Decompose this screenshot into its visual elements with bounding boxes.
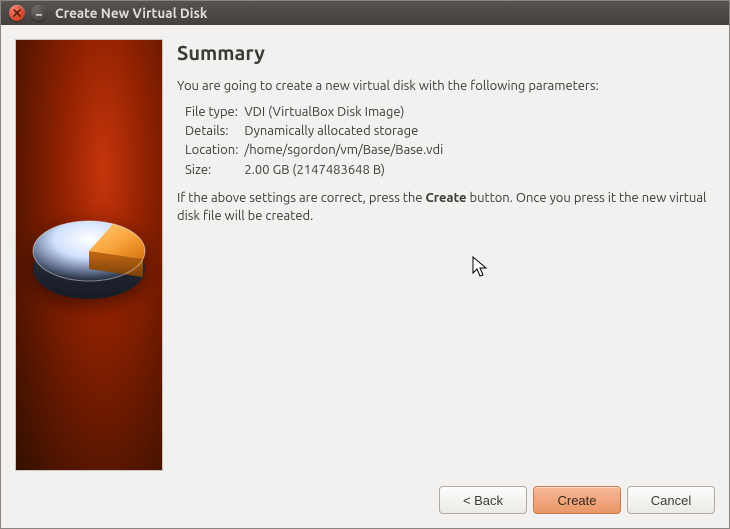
outro-pre: If the above settings are correct, press… [177, 191, 426, 205]
outro-text: If the above settings are correct, press… [177, 189, 715, 225]
cancel-button[interactable]: Cancel [627, 486, 715, 514]
wizard-window: Create New Virtual Disk [0, 0, 730, 529]
window-controls [9, 5, 47, 21]
intro-text: You are going to create a new virtual di… [177, 77, 715, 95]
wizard-body: Summary You are going to create a new vi… [1, 25, 729, 485]
close-icon[interactable] [9, 5, 25, 21]
create-button[interactable]: Create [533, 486, 621, 514]
titlebar[interactable]: Create New Virtual Disk [1, 1, 729, 25]
param-value-size: 2.00 GB (2147483648 B) [244, 161, 715, 179]
wizard-content: Summary You are going to create a new vi… [177, 39, 715, 471]
window-title: Create New Virtual Disk [55, 5, 207, 21]
param-label-location: Location: [185, 141, 238, 159]
page-heading: Summary [177, 39, 715, 67]
param-label-size: Size: [185, 161, 238, 179]
param-value-location: /home/sgordon/vm/Base/Base.vdi [244, 141, 715, 159]
summary-params: File type: VDI (VirtualBox Disk Image) D… [185, 103, 715, 179]
wizard-button-bar: < Back Create Cancel [1, 485, 729, 528]
minimize-icon[interactable] [31, 5, 47, 21]
back-button[interactable]: < Back [439, 486, 527, 514]
param-value-details: Dynamically allocated storage [244, 122, 715, 140]
param-label-details: Details: [185, 122, 238, 140]
outro-bold: Create [426, 191, 467, 205]
disk-pie-icon [25, 191, 153, 319]
param-label-file-type: File type: [185, 103, 238, 121]
side-banner [15, 39, 163, 471]
param-value-file-type: VDI (VirtualBox Disk Image) [244, 103, 715, 121]
